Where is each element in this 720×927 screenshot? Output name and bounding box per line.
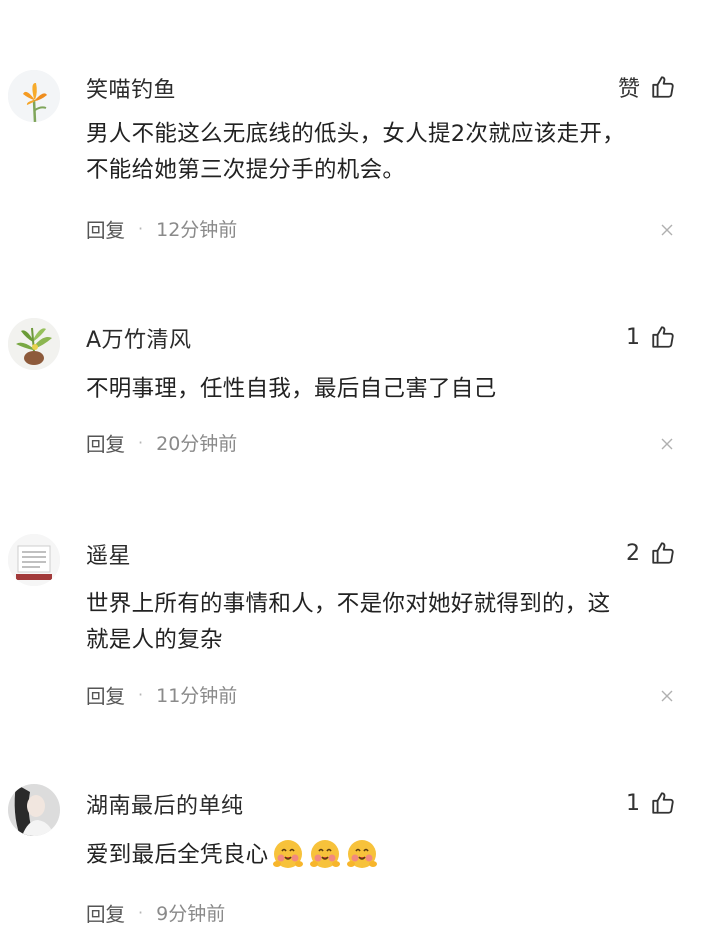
comment-text: 爱到最后全凭良心 — [86, 836, 686, 873]
avatar[interactable] — [8, 318, 60, 370]
smiling-face-emoji — [310, 840, 341, 868]
separator-dot: · — [138, 432, 144, 452]
dismiss-button[interactable] — [660, 689, 674, 703]
thumbs-up-icon — [652, 792, 674, 814]
thumbs-up-icon — [652, 76, 674, 98]
comment-line: 世界上所有的事情和人，不是你对她好就得到的，这 — [86, 591, 611, 617]
like-count: 赞 — [617, 77, 640, 102]
reply-button[interactable]: 回复 — [86, 214, 125, 243]
comment-text: 不明事理，任性自我，最后自己害了自己 — [86, 371, 686, 407]
comment-meta: 回复 · 11分钟前 — [86, 680, 237, 708]
dismiss-button[interactable] — [660, 223, 674, 237]
comment-text: 世界上所有的事情和人，不是你对她好就得到的，这 就是人的复杂 — [86, 586, 686, 658]
thumbs-up-icon — [652, 326, 674, 348]
comment-line: 男人不能这么无底线的低头，女人提2次就应该走开， — [86, 121, 626, 147]
avatar[interactable] — [8, 70, 60, 122]
username[interactable]: A万竹清风 — [86, 322, 192, 354]
comment-meta: 回复 · 9分钟前 — [86, 898, 225, 926]
orange-flower-avatar — [8, 70, 60, 122]
close-icon — [661, 438, 673, 450]
person-photo-avatar — [8, 784, 60, 836]
comment-line-text: 爱到最后全凭良心 — [86, 842, 269, 868]
username[interactable]: 笑喵钓鱼 — [86, 72, 176, 104]
timestamp: 9分钟前 — [156, 902, 226, 925]
comment-line: 就是人的复杂 — [86, 627, 223, 653]
like-count: 2 — [626, 540, 640, 566]
avatar[interactable] — [8, 784, 60, 836]
close-icon — [661, 224, 673, 236]
timestamp: 11分钟前 — [156, 684, 238, 707]
potted-plant-avatar — [8, 318, 60, 370]
comment-meta: 回复 · 20分钟前 — [86, 428, 237, 456]
comment-line: 不能给她第三次提分手的机会。 — [86, 157, 406, 183]
dismiss-button[interactable] — [660, 437, 674, 451]
close-icon — [661, 690, 673, 702]
like-count: 1 — [626, 324, 640, 350]
avatar[interactable] — [8, 534, 60, 586]
like-button[interactable]: 1 — [626, 788, 676, 818]
username[interactable]: 湖南最后的单纯 — [86, 788, 244, 820]
comment-text: 男人不能这么无底线的低头，女人提2次就应该走开， 不能给她第三次提分手的机会。 — [86, 116, 686, 188]
smiling-face-emoji — [273, 840, 304, 868]
like-button[interactable]: 1 — [626, 322, 676, 352]
like-button[interactable]: 赞 — [618, 72, 676, 102]
document-avatar — [8, 534, 60, 586]
reply-button[interactable]: 回复 — [86, 428, 125, 457]
separator-dot: · — [138, 684, 144, 704]
thumbs-up-icon — [652, 542, 674, 564]
reply-button[interactable]: 回复 — [86, 680, 125, 709]
username[interactable]: 遥星 — [86, 538, 131, 570]
comment-meta: 回复 · 12分钟前 — [86, 214, 237, 242]
separator-dot: · — [138, 218, 144, 238]
timestamp: 20分钟前 — [156, 432, 238, 455]
smiling-face-emoji — [347, 840, 378, 868]
reply-button[interactable]: 回复 — [86, 898, 125, 927]
comment-line: 爱到最后全凭良心 — [86, 836, 686, 873]
separator-dot: · — [138, 902, 144, 922]
comment-line: 不明事理，任性自我，最后自己害了自己 — [86, 376, 497, 402]
timestamp: 12分钟前 — [156, 218, 238, 241]
like-count: 1 — [626, 790, 640, 816]
like-button[interactable]: 2 — [626, 538, 676, 568]
